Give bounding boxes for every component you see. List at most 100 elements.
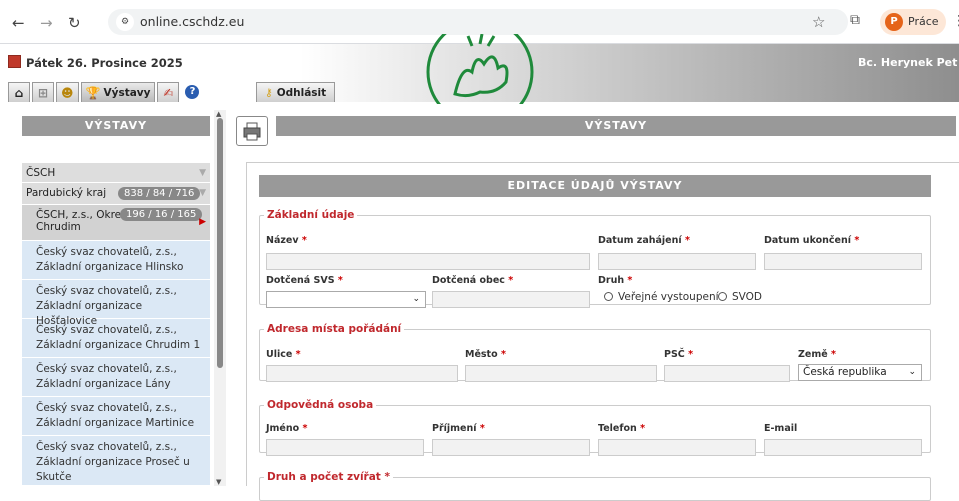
back-icon[interactable]: ← (12, 14, 25, 32)
list-item[interactable]: Český svaz chovatelů, z.s., Základní org… (22, 397, 210, 436)
radio-circle (718, 292, 727, 301)
list-item[interactable]: Český svaz chovatelů, z.s., Základní org… (22, 436, 210, 486)
tab-vystavy-label: Výstavy (103, 86, 151, 99)
bookmark-star-icon[interactable]: ☆ (812, 13, 825, 31)
logout-button[interactable]: ⚷ Odhlásit (256, 82, 336, 102)
phone-input[interactable] (598, 439, 756, 456)
list-item[interactable]: Český svaz chovatelů, z.s., Základní org… (22, 280, 210, 327)
logout-label: Odhlásit (276, 86, 327, 99)
org-line: Základní organizace Lány (36, 378, 171, 390)
required-mark: * (688, 349, 694, 360)
sidebar-scrollbar[interactable]: ▲ ▼ (214, 110, 226, 486)
scroll-thumb[interactable] (217, 118, 223, 368)
label-text: Telefon (598, 423, 637, 434)
label-text: Dotčená SVS (266, 275, 335, 286)
reload-icon[interactable]: ↻ (68, 14, 81, 32)
label-text: Datum ukončení (764, 235, 852, 246)
list-item[interactable]: Český svaz chovatelů, z.s., Základní org… (22, 241, 210, 280)
required-mark: * (337, 275, 343, 286)
list-item[interactable]: Český svaz chovatelů, z.s., Základní org… (22, 319, 210, 358)
org-line: Český svaz chovatelů, z.s., (36, 246, 177, 258)
obec-label: Dotčená obec * (432, 275, 513, 286)
profile-button[interactable]: P Práce (880, 9, 946, 35)
section-legend: Druh a počet zvířat * (264, 471, 393, 483)
collapse-icon[interactable]: ▼ (199, 188, 206, 198)
site-info-icon[interactable]: ⚙ (116, 13, 134, 31)
required-mark: * (627, 275, 633, 286)
tab-structure[interactable]: ⊞ (32, 82, 54, 102)
key-icon: ⚷ (265, 86, 273, 99)
tab-home[interactable]: ⌂ (8, 82, 30, 102)
name-label: Název * (266, 235, 307, 246)
page-title: VÝSTAVY (276, 116, 956, 136)
expand-right-icon[interactable]: ▶ (199, 217, 206, 227)
last-name-input[interactable] (432, 439, 590, 456)
email-input[interactable] (764, 439, 922, 456)
forward-icon[interactable]: → (40, 14, 53, 32)
org-line: Český svaz chovatelů, z.s., (36, 441, 177, 453)
country-select[interactable]: Česká republika ⌄ (798, 364, 922, 381)
user-name[interactable]: Bc. Herynek Pet (858, 56, 957, 69)
radio-svod[interactable]: SVOD (718, 291, 762, 303)
name-input[interactable] (266, 253, 590, 270)
tab-vystavy[interactable]: 🏆 Výstavy (80, 82, 156, 102)
section-legend: Základní údaje (267, 209, 355, 221)
required-mark: * (295, 349, 301, 360)
extensions-icon[interactable]: ⧉ (850, 12, 860, 28)
tree-node-district[interactable]: ČSCH, z.s., Okresní Chrudim 196 / 16 / 1… (22, 205, 210, 241)
home-icon: ⌂ (14, 85, 24, 100)
required-mark: * (302, 423, 308, 434)
org-tree: ČSCH ▼ Pardubický kraj 838 / 84 / 716 ▼ … (22, 163, 210, 486)
svs-select[interactable]: ⌄ (266, 291, 426, 308)
tree-node-label: Pardubický kraj (26, 187, 107, 199)
logo-rooster-icon (426, 34, 534, 104)
first-name-label: Jméno * (266, 423, 307, 434)
first-name-input[interactable] (266, 439, 424, 456)
org-line: Základní organizace Martinice (36, 417, 195, 429)
country-label: Země * (798, 349, 836, 360)
tab-edit[interactable]: ✍ (157, 82, 180, 102)
chevron-down-icon: ⌄ (412, 294, 420, 304)
obec-input[interactable] (432, 291, 590, 308)
help-icon: ? (185, 85, 200, 99)
end-date-input[interactable] (764, 253, 922, 270)
tree-node-region[interactable]: Pardubický kraj 838 / 84 / 716 ▼ (22, 183, 210, 205)
org-line: Český svaz chovatelů, z.s., (36, 363, 177, 375)
radio-circle (604, 292, 613, 301)
required-mark: * (384, 471, 391, 483)
city-label: Město * (465, 349, 506, 360)
site-header: Pátek 26. Prosince 2025 Bc. Herynek Pet … (0, 34, 959, 104)
zip-input[interactable] (664, 365, 790, 382)
pen-icon: ✍ (163, 85, 174, 100)
calendar-icon (8, 55, 21, 68)
label-text: Druh (598, 275, 625, 286)
trophy-icon: 🏆 (85, 85, 101, 100)
url-text: online.cschdz.eu (140, 14, 245, 29)
last-name-label: Příjmení * (432, 423, 485, 434)
scroll-down-icon[interactable]: ▼ (216, 478, 221, 486)
collapse-icon[interactable]: ▼ (199, 168, 206, 178)
radio-public-show[interactable]: Veřejné vystoupení (604, 291, 719, 303)
start-date-label: Datum zahájení * (598, 235, 690, 246)
list-item[interactable]: Český svaz chovatelů, z.s., Základní org… (22, 358, 210, 397)
country-value: Česká republika (803, 366, 887, 378)
tree-node-root[interactable]: ČSCH ▼ (22, 163, 210, 183)
tab-members[interactable]: ☻ (56, 82, 79, 102)
street-input[interactable] (266, 365, 458, 382)
printer-icon (243, 122, 261, 141)
address-bar[interactable]: ⚙ online.cschdz.eu (108, 9, 848, 35)
print-button[interactable] (236, 116, 268, 146)
start-date-input[interactable] (598, 253, 756, 270)
tree-node-label: ČSCH (26, 167, 56, 179)
label-text: Jméno (266, 423, 300, 434)
label-text: Název (266, 235, 299, 246)
menu-kebab-icon[interactable]: ⋮ (952, 13, 959, 29)
tab-help[interactable]: ? (181, 82, 203, 102)
required-mark: * (500, 349, 506, 360)
city-input[interactable] (465, 365, 657, 382)
sidebar: VÝSTAVY ČSCH ▼ Pardubický kraj 838 / 84 … (22, 116, 210, 486)
scroll-up-icon[interactable]: ▲ (216, 110, 221, 118)
legend-text: Druh a počet zvířat (267, 471, 381, 483)
section-legend: Odpovědná osoba (267, 399, 374, 411)
current-date: Pátek 26. Prosince 2025 (26, 56, 183, 70)
